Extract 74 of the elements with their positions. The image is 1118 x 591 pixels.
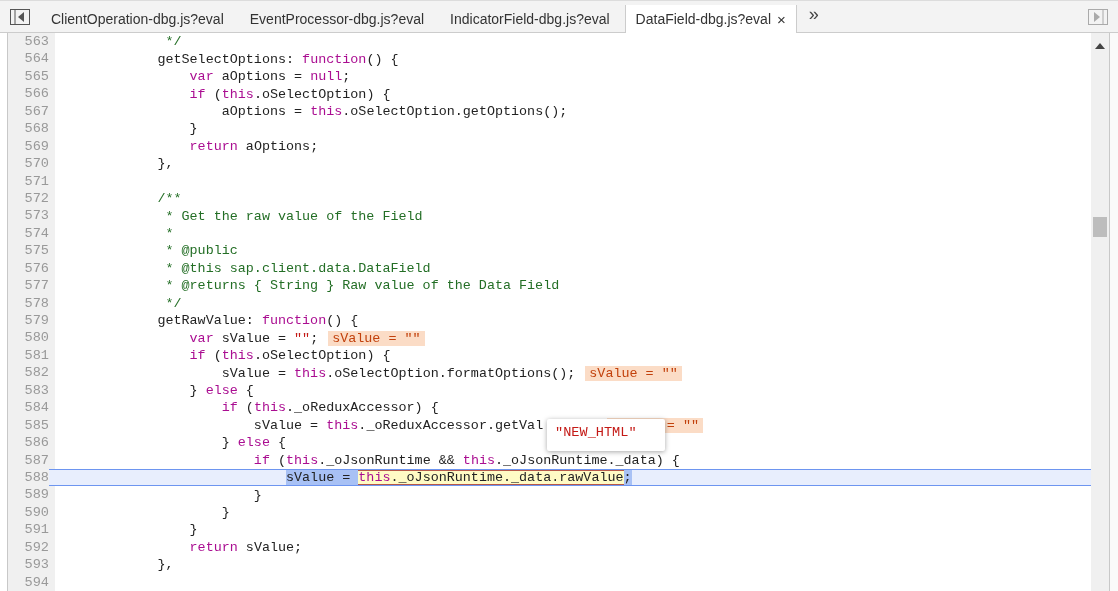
line-number: 577 <box>23 277 50 295</box>
line-number: 580 <box>23 329 50 347</box>
line-number: 589 <box>23 486 50 504</box>
line-number: 590 <box>23 503 50 522</box>
code-line: if (this.oSelectOption) { <box>188 348 391 364</box>
file-tab[interactable]: DataField-dbg.js?eval × <box>624 5 797 33</box>
code-line: } <box>220 505 230 521</box>
line-number: 593 <box>23 556 50 574</box>
more-tabs-button[interactable]: » <box>800 0 827 32</box>
line-number: 566 <box>23 85 50 103</box>
line-number: 573 <box>23 207 50 225</box>
code-line: return aOptions; <box>188 138 319 154</box>
inline-value: sValue = "" <box>328 330 425 346</box>
code-line: */ <box>164 295 182 311</box>
code-line: getRawValue: function() { <box>156 313 359 329</box>
line-number: 564 <box>23 50 50 68</box>
code-line: /** <box>156 191 182 207</box>
scroll-thumb[interactable] <box>1093 217 1107 237</box>
code-line: if (this._oReduxAccessor) { <box>220 400 439 416</box>
code-line: } else { <box>188 382 254 398</box>
scrollbar[interactable] <box>1091 33 1109 591</box>
line-number: 583 <box>23 381 50 400</box>
line-number: 587 <box>23 451 50 469</box>
line-number: 568 <box>23 120 50 138</box>
code-line: */ <box>164 34 182 50</box>
line-number: 585 <box>23 416 50 435</box>
code-line: }, <box>156 156 174 172</box>
file-tab[interactable]: EventProcessor-dbg.js?eval <box>238 5 436 33</box>
line-number: 582 <box>23 364 50 382</box>
line-number: 588 <box>23 468 50 487</box>
line-number: 578 <box>23 294 50 312</box>
code-line: * <box>164 226 174 242</box>
code-line: } <box>188 522 198 538</box>
line-number: 581 <box>23 346 50 365</box>
scroll-up-icon[interactable] <box>1095 43 1105 49</box>
file-tab[interactable]: ClientOperation-dbg.js?eval <box>40 5 235 33</box>
code-line: sValue = this._oReduxAccessor.getVal <box>252 417 544 433</box>
line-number: 570 <box>23 155 50 173</box>
code-line: var sValue = ""; <box>188 330 319 346</box>
code-line: } <box>252 487 262 503</box>
line-number: 572 <box>23 189 50 208</box>
code-line: } else { <box>220 435 287 451</box>
code-line: if (this._oJsonRuntime && this._oJsonRuntime._data) { <box>252 452 680 468</box>
line-number: 563 <box>23 33 50 51</box>
value-tooltip: "NEW_HTML" <box>547 419 665 451</box>
code-line: return sValue; <box>188 539 303 555</box>
line-number: 594 <box>23 573 50 591</box>
code-line: }, <box>156 557 174 573</box>
code-line: if (this.oSelectOption) { <box>188 86 391 102</box>
code-line: sValue = this._oJsonRuntime._data.rawValue; <box>285 470 632 486</box>
line-number: 567 <box>23 102 50 121</box>
line-number: 575 <box>23 242 50 260</box>
code-line: * @public <box>164 243 238 259</box>
code-line: var aOptions = null; <box>188 69 351 85</box>
line-number: 576 <box>23 259 50 278</box>
inline-value: sValue = "" <box>585 365 682 381</box>
line-number: 586 <box>23 434 50 452</box>
line-number: 574 <box>23 224 50 243</box>
line-number: 565 <box>23 67 50 86</box>
code-line: * Get the raw value of the Field <box>164 208 423 224</box>
line-number: 592 <box>23 538 50 557</box>
line-number: 579 <box>23 312 50 330</box>
code-line: } <box>188 121 198 137</box>
code-line: * @this sap.client.data.DataField <box>164 260 431 276</box>
line-number: 569 <box>23 137 50 156</box>
line-number: 591 <box>23 521 50 539</box>
close-icon[interactable]: × <box>777 10 786 28</box>
file-tab[interactable]: IndicatorField-dbg.js?eval <box>439 5 621 33</box>
line-number: 584 <box>23 399 50 417</box>
code-line: * @returns { String } Raw value of the Data Field <box>164 278 560 294</box>
code-line: getSelectOptions: function() { <box>156 51 399 67</box>
line-number: 571 <box>23 172 50 190</box>
code-line: sValue = this.oSelectOption.formatOptions(); <box>220 365 576 381</box>
code-line: aOptions = this.oSelectOption.getOptions(); <box>220 103 568 119</box>
